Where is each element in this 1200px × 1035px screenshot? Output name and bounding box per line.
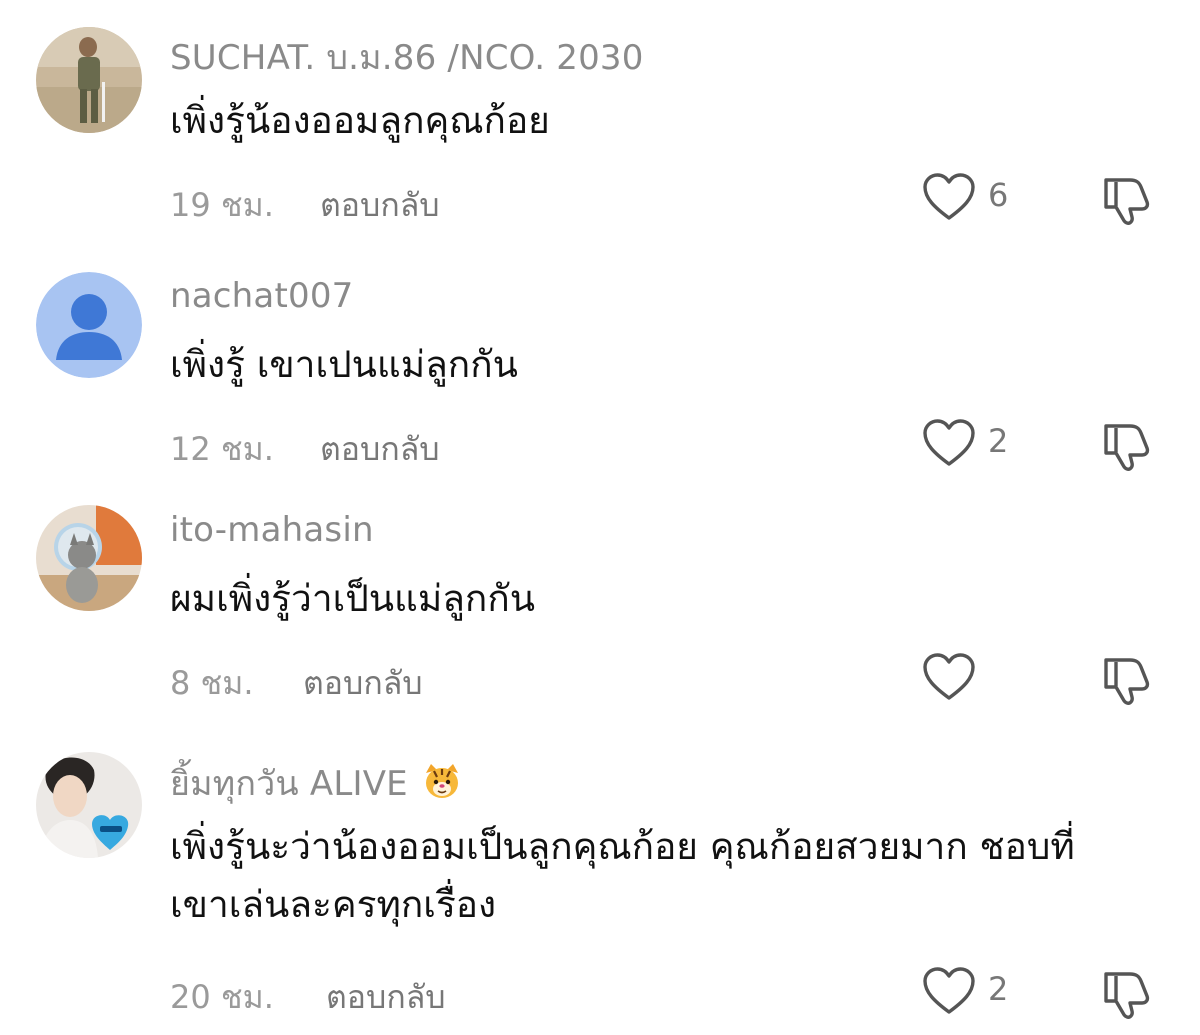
thumbs-down-outline-icon [1104, 178, 1150, 225]
thumbs-down-outline-icon [1104, 424, 1150, 471]
cat-photo-avatar [36, 505, 142, 611]
like-button[interactable]: 2 [922, 418, 1032, 474]
comment-username[interactable]: SUCHAT. บ.ม.86 /NCO. 2030 [170, 30, 644, 84]
comment-text: ผมเพิ่งรู้ว่าเป็นแม่ลูกกัน [170, 577, 536, 620]
comment-username[interactable]: ยิ้มทุกวัน ALIVE [170, 756, 462, 810]
dislike-button[interactable] [1100, 964, 1156, 1020]
dislike-button[interactable] [1100, 170, 1156, 226]
thumbs-down-outline-icon [1104, 658, 1150, 705]
comment-username[interactable]: ito-mahasin [170, 510, 374, 550]
comment-username[interactable]: nachat007 [170, 276, 354, 316]
reply-button[interactable]: ตอบกลับ [326, 972, 446, 1023]
heart-outline-icon [923, 173, 975, 220]
like-count: 2 [988, 970, 1009, 1008]
avatar[interactable] [36, 272, 142, 378]
avatar[interactable] [36, 505, 142, 611]
reply-button[interactable]: ตอบกลับ [303, 658, 423, 709]
comment-text: เพิ่งรู้นะว่าน้องออมเป็นลูกคุณก้อย คุณก้… [170, 825, 1075, 926]
tiger-face-emoji-icon [422, 761, 462, 801]
avatar[interactable] [36, 752, 142, 858]
reply-button[interactable]: ตอบกลับ [320, 424, 440, 475]
heart-outline-icon [923, 419, 975, 466]
dislike-button[interactable] [1100, 650, 1156, 706]
person-with-heart-photo-avatar [36, 752, 142, 858]
dislike-button[interactable] [1100, 416, 1156, 472]
comment-time: 20 ชม. [170, 978, 274, 1016]
reply-button[interactable]: ตอบกลับ [320, 180, 440, 231]
comment-time: 19 ชม. [170, 186, 274, 224]
like-count: 2 [988, 422, 1009, 460]
comment-text: เพิ่งรู้น้องออมลูกคุณก้อย [170, 99, 550, 142]
heart-outline-icon [923, 653, 975, 700]
heart-outline-icon [923, 967, 975, 1014]
thumbs-down-outline-icon [1104, 972, 1150, 1019]
soldier-photo-avatar [36, 27, 142, 133]
like-button[interactable]: 2 [922, 966, 1032, 1022]
like-count: 6 [988, 176, 1009, 214]
username-text: ยิ้มทุกวัน ALIVE [170, 764, 408, 804]
avatar[interactable] [36, 27, 142, 133]
like-button[interactable] [922, 652, 1032, 708]
comment-time: 12 ชม. [170, 430, 274, 468]
comment-time: 8 ชม. [170, 664, 254, 702]
default-person-avatar [36, 272, 142, 378]
like-button[interactable]: 6 [922, 172, 1032, 228]
comment-text: เพิ่งรู้ เขาเปนแม่ลูกกัน [170, 343, 518, 386]
